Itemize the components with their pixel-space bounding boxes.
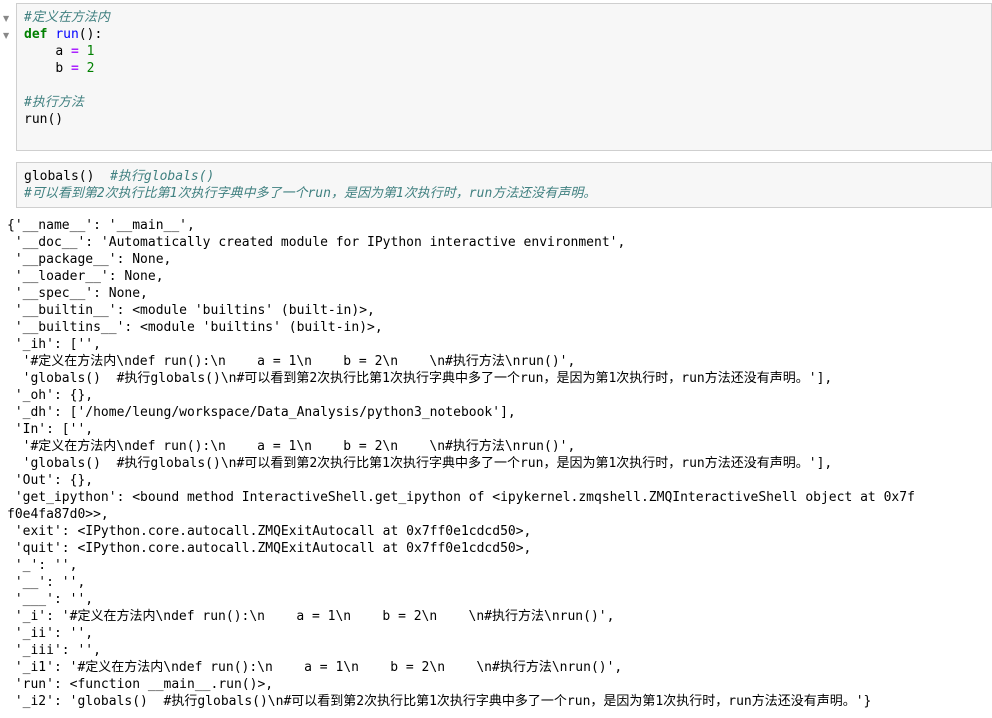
code-text: run() bbox=[24, 112, 64, 127]
cell-gutter bbox=[2, 162, 12, 208]
output-line: '__spec__': None, bbox=[7, 286, 148, 301]
code-comment: #执行方法 bbox=[24, 95, 84, 110]
code-text: (): bbox=[78, 27, 103, 42]
output-line: '_dh': ['/home/leung/workspace/Data_Anal… bbox=[7, 405, 516, 420]
code-operator: = bbox=[70, 61, 79, 76]
output-line: f0e4fa87d0>>, bbox=[7, 507, 109, 522]
cell-gutter: ▼ ▼ bbox=[2, 3, 12, 151]
output-line: '__builtins__': <module 'builtins' (buil… bbox=[7, 320, 383, 335]
output-line: 'globals() #执行globals()\n#可以看到第2次执行比第1次执… bbox=[7, 371, 833, 386]
code-editor[interactable]: globals() #执行globals() #可以看到第2次执行比第1次执行字… bbox=[16, 162, 992, 208]
variable-name: b bbox=[55, 61, 64, 76]
output-line: '__': '', bbox=[7, 575, 86, 590]
output-line: 'In': ['', bbox=[7, 422, 94, 437]
code-text: globals() bbox=[24, 169, 95, 184]
cell-output: {'__name__': '__main__', '__doc__': 'Aut… bbox=[0, 209, 992, 718]
output-line: '__package__': None, bbox=[7, 252, 172, 267]
code-content: #定义在方法内 def run(): a = 1 b = 2 #执行方法 run… bbox=[24, 9, 110, 128]
code-content: globals() #执行globals() #可以看到第2次执行比第1次执行字… bbox=[24, 168, 596, 202]
function-name: run bbox=[55, 27, 79, 42]
code-comment: #可以看到第2次执行比第1次执行字典中多了一个run，是因为第1次执行时，run… bbox=[24, 186, 597, 201]
code-cell-2[interactable]: globals() #执行globals() #可以看到第2次执行比第1次执行字… bbox=[2, 162, 992, 208]
output-line: '__builtin__': <module 'builtins' (built… bbox=[7, 303, 375, 318]
code-editor[interactable]: #定义在方法内 def run(): a = 1 b = 2 #执行方法 run… bbox=[16, 3, 992, 151]
variable-name: a bbox=[55, 44, 64, 59]
code-operator: = bbox=[70, 44, 79, 59]
output-line: '_oh': {}, bbox=[7, 388, 94, 403]
output-text: {'__name__': '__main__', '__doc__': 'Aut… bbox=[7, 217, 915, 710]
output-line: 'globals() #执行globals()\n#可以看到第2次执行比第1次执… bbox=[7, 456, 833, 471]
output-line: '__loader__': None, bbox=[7, 269, 164, 284]
fold-arrow-icon[interactable]: ▼ bbox=[3, 32, 11, 40]
output-line: '_ih': ['', bbox=[7, 337, 101, 352]
code-number: 1 bbox=[86, 44, 95, 59]
output-line: '_i': '#定义在方法内\ndef run():\n a = 1\n b =… bbox=[7, 609, 615, 624]
output-line: '__doc__': 'Automatically created module… bbox=[7, 235, 626, 250]
output-line: 'get_ipython': <bound method Interactive… bbox=[7, 490, 915, 505]
code-comment: #执行globals() bbox=[110, 169, 215, 184]
output-line: '_i2': 'globals() #执行globals()\n#可以看到第2次… bbox=[7, 694, 872, 709]
code-cell-1[interactable]: ▼ ▼ #定义在方法内 def run(): a = 1 b = 2 #执行方法… bbox=[2, 3, 992, 151]
output-line: '_i1': '#定义在方法内\ndef run():\n a = 1\n b … bbox=[7, 660, 623, 675]
output-line: '_ii': '', bbox=[7, 626, 94, 641]
output-line: '#定义在方法内\ndef run():\n a = 1\n b = 2\n \… bbox=[7, 439, 576, 454]
output-line: {'__name__': '__main__', bbox=[7, 218, 195, 233]
output-line: '#定义在方法内\ndef run():\n a = 1\n b = 2\n \… bbox=[7, 354, 576, 369]
code-comment: #定义在方法内 bbox=[24, 10, 110, 25]
output-line: '_': '', bbox=[7, 558, 78, 573]
output-line: 'Out': {}, bbox=[7, 473, 94, 488]
fold-arrow-icon[interactable]: ▼ bbox=[3, 15, 11, 23]
output-line: 'run': <function __main__.run()>, bbox=[7, 677, 274, 692]
output-line: 'exit': <IPython.core.autocall.ZMQExitAu… bbox=[7, 524, 532, 539]
code-keyword: def bbox=[24, 27, 48, 42]
output-line: '_iii': '', bbox=[7, 643, 101, 658]
code-number: 2 bbox=[86, 61, 95, 76]
output-line: '___': '', bbox=[7, 592, 94, 607]
output-line: 'quit': <IPython.core.autocall.ZMQExitAu… bbox=[7, 541, 532, 556]
